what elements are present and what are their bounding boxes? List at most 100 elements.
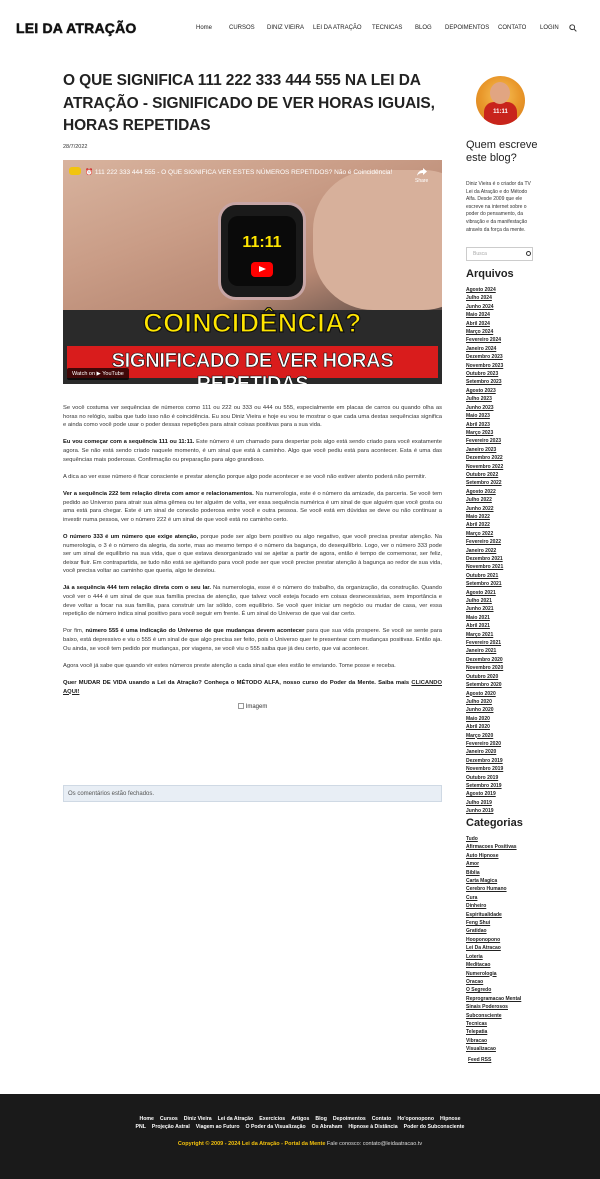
archive-link[interactable]: Janeiro 2024 [466,345,538,353]
footer-nav-link[interactable]: Home [140,1116,154,1122]
category-link[interactable]: Carta Magica [466,877,538,885]
archive-link[interactable]: Outubro 2022 [466,471,538,479]
archive-link[interactable]: Agosto 2022 [466,488,538,496]
archive-link[interactable]: Junho 2021 [466,605,538,613]
category-link[interactable]: Visualizacao [466,1045,538,1053]
archive-link[interactable]: Fevereiro 2022 [466,538,538,546]
archive-link[interactable]: Janeiro 2023 [466,446,538,454]
category-link[interactable]: O Segredo [466,986,538,994]
category-link[interactable]: Subconsciente [466,1012,538,1020]
archive-link[interactable]: Maio 2020 [466,715,538,723]
archive-link[interactable]: Agosto 2023 [466,387,538,395]
archive-link[interactable]: Agosto 2024 [466,286,538,294]
feed-rss-link[interactable]: Feed RSS [468,1057,491,1063]
archive-link[interactable]: Agosto 2020 [466,690,538,698]
video-share-button[interactable]: Share [415,168,428,184]
archive-link[interactable]: Junho 2022 [466,505,538,513]
archive-link[interactable]: Junho 2019 [466,807,538,815]
nav-contato[interactable]: CONTATO [498,25,526,31]
archive-link[interactable]: Janeiro 2020 [466,748,538,756]
archive-link[interactable]: Março 2023 [466,429,538,437]
archive-link[interactable]: Junho 2023 [466,404,538,412]
nav-blog[interactable]: BLOG [415,25,432,31]
archive-link[interactable]: Junho 2020 [466,706,538,714]
category-link[interactable]: Tecnicas [466,1020,538,1028]
archive-link[interactable]: Abril 2023 [466,421,538,429]
footer-nav-link[interactable]: Viagem ao Futuro [196,1124,240,1130]
category-link[interactable]: Auto Hipnose [466,852,538,860]
footer-nav-link[interactable]: O Poder da Visualização [246,1124,306,1130]
archive-link[interactable]: Abril 2020 [466,723,538,731]
category-link[interactable]: Oracao [466,978,538,986]
archive-link[interactable]: Outubro 2019 [466,774,538,782]
archive-link[interactable]: Julho 2023 [466,395,538,403]
category-link[interactable]: Bíblia [466,869,538,877]
search-icon[interactable] [569,24,577,32]
archive-link[interactable]: Outubro 2020 [466,673,538,681]
footer-nav-link[interactable]: Diniz Vieira [184,1116,212,1122]
archive-link[interactable]: Novembro 2023 [466,362,538,370]
category-link[interactable]: Gratidao [466,927,538,935]
archive-link[interactable]: Fevereiro 2021 [466,639,538,647]
category-link[interactable]: Feng Shui [466,919,538,927]
category-link[interactable]: Hooponopono [466,936,538,944]
archive-link[interactable]: Julho 2024 [466,294,538,302]
footer-nav-link[interactable]: Lei da Atração [218,1116,254,1122]
category-link[interactable]: Lei Da Atracao [466,944,538,952]
archive-link[interactable]: Maio 2024 [466,311,538,319]
archive-link[interactable]: Setembro 2021 [466,580,538,588]
archive-link[interactable]: Novembro 2022 [466,463,538,471]
category-link[interactable]: Loteria [466,953,538,961]
nav-login[interactable]: LOGIN [540,25,559,31]
archive-link[interactable]: Julho 2019 [466,799,538,807]
nav-tecnicas[interactable]: TECNICAS [372,25,402,31]
archive-link[interactable]: Abril 2022 [466,521,538,529]
archive-link[interactable]: Novembro 2019 [466,765,538,773]
archive-link[interactable]: Dezembro 2023 [466,353,538,361]
archive-link[interactable]: Março 2024 [466,328,538,336]
archive-link[interactable]: Novembro 2021 [466,563,538,571]
archive-link[interactable]: Agosto 2021 [466,589,538,597]
archive-link[interactable]: Fevereiro 2020 [466,740,538,748]
archive-link[interactable]: Dezembro 2022 [466,454,538,462]
nav-cursos[interactable]: CURSOS [229,25,255,31]
category-link[interactable]: Amor [466,860,538,868]
archive-link[interactable]: Abril 2024 [466,320,538,328]
archive-link[interactable]: Maio 2021 [466,614,538,622]
category-link[interactable]: Cerebro Humano [466,885,538,893]
archive-link[interactable]: Setembro 2023 [466,378,538,386]
category-link[interactable]: Numerologia [466,970,538,978]
archive-link[interactable]: Abril 2021 [466,622,538,630]
archive-link[interactable]: Junho 2024 [466,303,538,311]
archive-link[interactable]: Setembro 2020 [466,681,538,689]
category-link[interactable]: Meditacao [466,961,538,969]
archive-link[interactable]: Outubro 2021 [466,572,538,580]
footer-nav-link[interactable]: Blog [315,1116,327,1122]
footer-nav-link[interactable]: Exercícios [259,1116,285,1122]
archive-link[interactable]: Janeiro 2022 [466,547,538,555]
archive-link[interactable]: Agosto 2019 [466,790,538,798]
category-link[interactable]: Sinais Poderosos [466,1003,538,1011]
nav-lei-da-atracao[interactable]: LEI DA ATRAÇÃO [313,25,362,31]
footer-nav-link[interactable]: Cursos [160,1116,178,1122]
archive-link[interactable]: Março 2022 [466,530,538,538]
archive-link[interactable]: Dezembro 2019 [466,757,538,765]
archive-link[interactable]: Fevereiro 2024 [466,336,538,344]
footer-nav-link[interactable]: Contato [372,1116,392,1122]
youtube-video-embed[interactable]: ⏰ 111 222 333 444 555 - O QUE SIGNIFICA … [63,160,442,384]
archive-link[interactable]: Janeiro 2021 [466,647,538,655]
archive-link[interactable]: Setembro 2022 [466,479,538,487]
footer-nav-link[interactable]: Ho'oponopono [397,1116,434,1122]
video-play-button[interactable] [251,262,273,277]
footer-nav-link[interactable]: Poder do Subconsciente [404,1124,465,1130]
category-link[interactable]: Dinheiro [466,902,538,910]
archive-link[interactable]: Março 2020 [466,732,538,740]
category-link[interactable]: Espiritualidade [466,911,538,919]
nav-diniz-vieira[interactable]: DINIZ VIEIRA [267,25,304,31]
footer-nav-link[interactable]: Hipnose à Distância [348,1124,397,1130]
archive-link[interactable]: Julho 2021 [466,597,538,605]
archive-link[interactable]: Novembro 2020 [466,664,538,672]
video-title[interactable]: ⏰ 111 222 333 444 555 - O QUE SIGNIFICA … [85,168,392,176]
footer-nav-link[interactable]: PNL [136,1124,146,1130]
category-link[interactable]: Tudo [466,835,538,843]
